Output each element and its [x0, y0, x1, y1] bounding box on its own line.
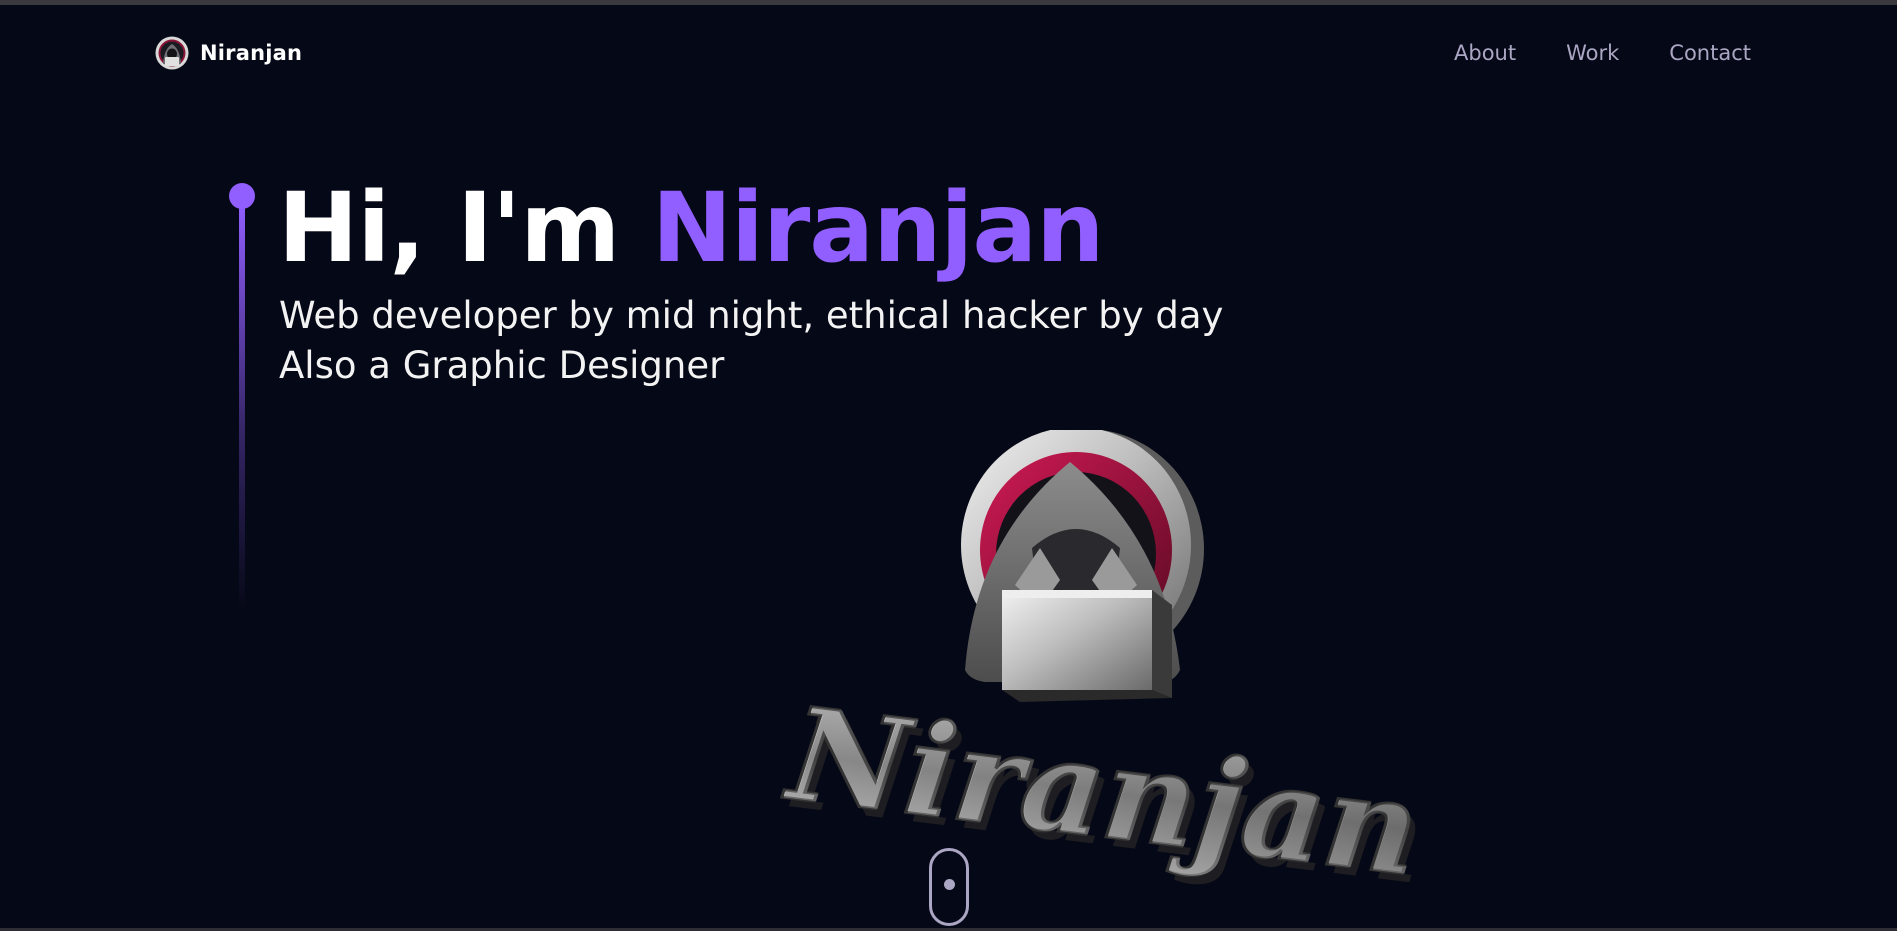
hero-subtitle-line2: Also a Graphic Designer	[279, 344, 725, 387]
hero-name: Niranjan	[651, 172, 1105, 284]
hero-title: Hi, I'm Niranjan	[278, 170, 1105, 286]
hero-subtitle-line1: Web developer by mid night, ethical hack…	[279, 294, 1224, 337]
portfolio-page: Niranjan About Work Contact Hi, I'm Nira…	[0, 0, 1897, 931]
nav-links: About Work Contact	[1454, 41, 1751, 65]
hooded-hacker-icon	[155, 36, 189, 70]
hero-accent-line	[229, 183, 255, 613]
brand-name: Niranjan	[200, 41, 303, 65]
hero-greeting: Hi, I'm	[278, 172, 620, 284]
brand-home-link[interactable]: Niranjan	[154, 35, 302, 71]
hero-accent-bar	[239, 203, 245, 613]
hacker-3d-logo[interactable]: Niranjan Niranjan Niranjan	[770, 430, 1430, 930]
mouse-scroll-icon[interactable]	[929, 848, 969, 926]
scroll-indicator-dot	[944, 879, 955, 890]
navbar: Niranjan About Work Contact	[0, 5, 1897, 105]
nav-link-about[interactable]: About	[1454, 41, 1516, 65]
hacker-3d-logo-graphic: Niranjan Niranjan Niranjan	[776, 430, 1430, 914]
hero-subtitle: Web developer by mid night, ethical hack…	[279, 291, 1223, 391]
nav-link-contact[interactable]: Contact	[1669, 41, 1751, 65]
nav-link-work[interactable]: Work	[1566, 41, 1619, 65]
